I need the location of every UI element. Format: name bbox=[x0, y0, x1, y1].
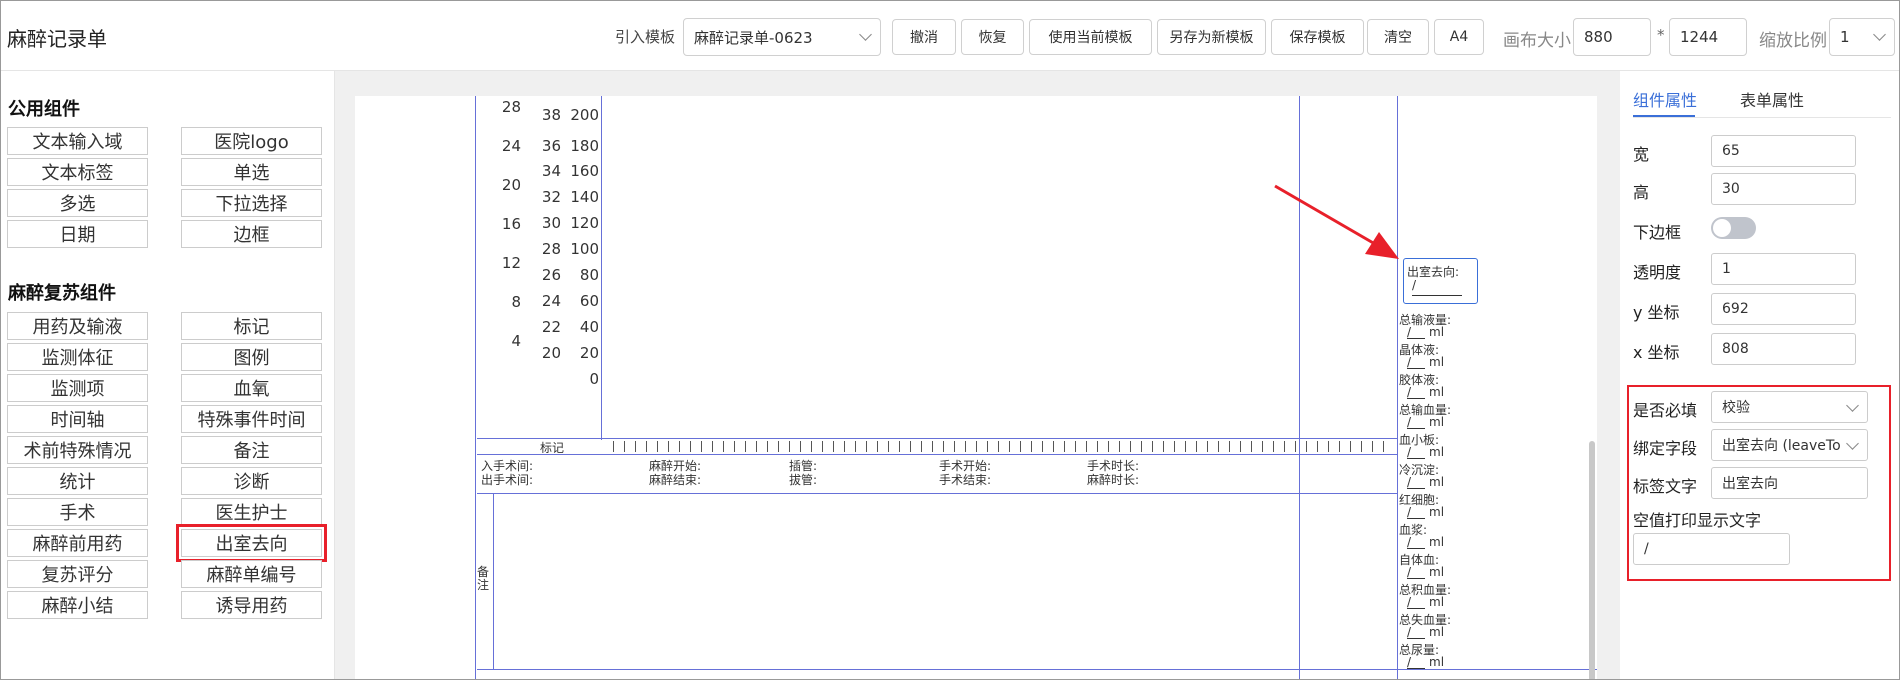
canvas-height-input[interactable]: 1244 bbox=[1669, 18, 1747, 56]
component-button[interactable]: 用药及输液 bbox=[7, 312, 148, 340]
save-as-new-template-button[interactable]: 另存为新模板 bbox=[1157, 19, 1266, 55]
bind-field-label: 绑定字段 bbox=[1633, 439, 1698, 458]
component-button[interactable]: 麻醉单编号 bbox=[181, 560, 322, 588]
chevron-down-icon bbox=[1846, 399, 1859, 412]
component-button[interactable]: 单选 bbox=[181, 158, 322, 186]
component-button[interactable]: 监测项 bbox=[7, 374, 148, 402]
component-button[interactable]: 医生护士 bbox=[181, 498, 322, 526]
component-button[interactable]: 备注 bbox=[181, 436, 322, 464]
design-canvas[interactable]: 28 24 20 16 12 8 4 38 36 34 32 30 28 26 24 22 20 200 180 16… bbox=[335, 71, 1620, 679]
component-button[interactable]: 复苏评分 bbox=[7, 560, 148, 588]
component-button[interactable]: 图例 bbox=[181, 343, 322, 371]
chevron-down-icon bbox=[1846, 437, 1859, 450]
component-button[interactable]: 多选 bbox=[7, 189, 148, 217]
section-anesthesia-components: 麻醉复苏组件 bbox=[8, 283, 116, 304]
arrow-head bbox=[1365, 232, 1399, 259]
x-coord-label: x 坐标 bbox=[1633, 343, 1680, 362]
component-button[interactable]: 血氧 bbox=[181, 374, 322, 402]
component-button[interactable]: 下拉选择 bbox=[181, 189, 322, 217]
canvas-scrollbar[interactable] bbox=[1589, 441, 1595, 679]
component-button[interactable]: 麻醉前用药 bbox=[7, 529, 148, 557]
component-button[interactable]: 日期 bbox=[7, 220, 148, 248]
y-coord-input[interactable]: 692 bbox=[1711, 293, 1856, 325]
opacity-input[interactable]: 1 bbox=[1711, 253, 1856, 285]
tag-text-input[interactable]: 出室去向 bbox=[1711, 467, 1868, 499]
component-button[interactable]: 术前特殊情况 bbox=[7, 436, 148, 464]
tab-divider bbox=[1633, 117, 1891, 118]
top-toolbar: 麻醉记录单 引入模板 麻醉记录单-0623 撤消 恢复 使用当前模板 另存为新模… bbox=[1, 1, 1899, 71]
empty-print-input[interactable]: / bbox=[1633, 533, 1790, 565]
clear-button[interactable]: 清空 bbox=[1367, 19, 1429, 55]
zoom-value: 1 bbox=[1840, 28, 1850, 46]
paper-size-button[interactable]: A4 bbox=[1434, 19, 1484, 55]
component-button[interactable]: 手术 bbox=[7, 498, 148, 526]
zoom-label: 缩放比例 bbox=[1759, 31, 1827, 51]
component-button[interactable]: 文本标签 bbox=[7, 158, 148, 186]
required-label: 是否必填 bbox=[1633, 401, 1698, 420]
component-button[interactable]: 医院logo bbox=[181, 127, 322, 155]
use-current-template-button[interactable]: 使用当前模板 bbox=[1029, 19, 1152, 55]
zoom-select[interactable]: 1 bbox=[1829, 18, 1895, 56]
component-button[interactable]: 出室去向 bbox=[176, 524, 327, 562]
times-sign: * bbox=[1657, 26, 1665, 44]
paper-sheet: 28 24 20 16 12 8 4 38 36 34 32 30 28 26 24 22 20 200 180 16… bbox=[355, 96, 1597, 679]
component-button[interactable]: 麻醉小结 bbox=[7, 591, 148, 619]
component-button[interactable]: 特殊事件时间 bbox=[181, 405, 322, 433]
annotation-arrow bbox=[1274, 184, 1399, 259]
component-button[interactable]: 监测体征 bbox=[7, 343, 148, 371]
template-select[interactable]: 麻醉记录单-0623 bbox=[683, 18, 881, 56]
save-template-button[interactable]: 保存模板 bbox=[1271, 19, 1364, 55]
tab-form-props[interactable]: 表单属性 bbox=[1740, 87, 1804, 111]
template-select-value: 麻醉记录单-0623 bbox=[694, 28, 813, 47]
empty-print-label: 空值打印显示文字 bbox=[1633, 511, 1762, 530]
chevron-down-icon bbox=[1873, 28, 1886, 41]
bind-field-select[interactable]: 出室去向 (leaveTo bbox=[1711, 429, 1868, 461]
component-panel: 公用组件 文本输入域 医院logo 文本标签 单选 多选 下拉选择 日期 边框 麻醉复苏组件 … bbox=[1, 71, 335, 679]
toggle-knob bbox=[1713, 219, 1731, 237]
height-label: 高 bbox=[1633, 183, 1650, 202]
y-coord-label: y 坐标 bbox=[1633, 303, 1680, 322]
section-common-components: 公用组件 bbox=[8, 99, 80, 120]
component-button[interactable]: 时间轴 bbox=[7, 405, 148, 433]
opacity-label: 透明度 bbox=[1633, 263, 1682, 282]
arrow-line bbox=[1274, 184, 1376, 246]
bottom-border-label: 下边框 bbox=[1633, 223, 1682, 242]
height-input[interactable]: 30 bbox=[1711, 173, 1856, 205]
undo-button[interactable]: 撤消 bbox=[892, 19, 956, 55]
canvas-size-label: 画布大小 bbox=[1503, 31, 1571, 51]
chevron-down-icon bbox=[859, 28, 872, 41]
tab-component-props[interactable]: 组件属性 bbox=[1633, 87, 1697, 111]
bind-field-value: 出室去向 (leaveTo bbox=[1722, 438, 1841, 454]
x-coord-input[interactable]: 808 bbox=[1711, 333, 1856, 365]
tag-text-label: 标签文字 bbox=[1633, 477, 1698, 496]
component-button[interactable]: 文本输入域 bbox=[7, 127, 148, 155]
width-label: 宽 bbox=[1633, 145, 1650, 164]
component-button[interactable]: 诊断 bbox=[181, 467, 322, 495]
width-input[interactable]: 65 bbox=[1711, 135, 1856, 167]
canvas-width-input[interactable]: 880 bbox=[1573, 18, 1651, 56]
component-button[interactable]: 标记 bbox=[181, 312, 322, 340]
component-button[interactable]: 诱导用药 bbox=[181, 591, 322, 619]
required-value: 校验 bbox=[1722, 400, 1750, 416]
redo-button[interactable]: 恢复 bbox=[961, 19, 1024, 55]
component-button[interactable]: 边框 bbox=[181, 220, 322, 248]
bottom-border-toggle[interactable] bbox=[1711, 217, 1756, 239]
required-select[interactable]: 校验 bbox=[1711, 391, 1868, 423]
property-panel: 组件属性 表单属性 宽 65 高 30 下边框 透明度 1 y 坐标 692 x… bbox=[1621, 71, 1899, 679]
page-title: 麻醉记录单 bbox=[7, 27, 107, 51]
component-button[interactable]: 统计 bbox=[7, 467, 148, 495]
import-template-label: 引入模板 bbox=[615, 28, 676, 46]
